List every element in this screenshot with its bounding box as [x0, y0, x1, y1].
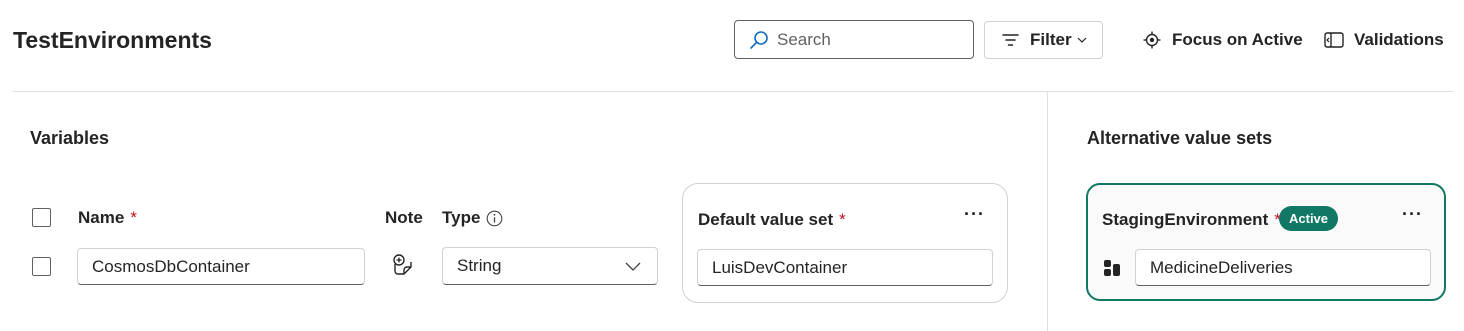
- filter-label: Filter: [1030, 30, 1072, 49]
- row-checkbox[interactable]: [32, 257, 51, 276]
- filter-button[interactable]: Filter: [984, 21, 1103, 59]
- type-dropdown[interactable]: String: [442, 247, 658, 285]
- blocks-icon: [1104, 260, 1120, 276]
- alternative-value-input[interactable]: MedicineDeliveries: [1135, 249, 1431, 286]
- target-icon: [1143, 31, 1161, 49]
- focus-on-active-button[interactable]: Focus on Active: [1143, 30, 1303, 50]
- type-column-header: Type: [442, 208, 503, 228]
- search-box[interactable]: [734, 20, 974, 59]
- more-options-button[interactable]: ···: [1402, 204, 1423, 225]
- value-set-name-label: StagingEnvironment: [1102, 210, 1269, 229]
- required-marker: *: [130, 208, 137, 227]
- default-value-input[interactable]: LuisDevContainer: [697, 249, 993, 286]
- select-all-checkbox[interactable]: [32, 208, 51, 227]
- type-dropdown-value: String: [457, 256, 502, 275]
- validations-label: Validations: [1354, 30, 1444, 49]
- note-column-header: Note: [385, 208, 423, 227]
- add-note-icon[interactable]: [392, 254, 414, 276]
- default-value-set-title: Default value set *: [698, 210, 846, 230]
- variables-title: Variables: [30, 128, 110, 148]
- panel-divider: [1047, 92, 1048, 331]
- focus-on-active-label: Focus on Active: [1172, 30, 1303, 49]
- name-column-label: Name: [78, 208, 125, 227]
- info-icon[interactable]: [486, 210, 503, 227]
- chevron-down-icon: [1077, 37, 1086, 43]
- value-set-name: StagingEnvironment *: [1102, 210, 1281, 230]
- type-column-label: Type: [442, 208, 481, 227]
- page-title: TestEnvironments: [13, 27, 212, 53]
- required-marker: *: [839, 210, 846, 229]
- default-value-set-label: Default value set: [698, 210, 834, 229]
- chevron-down-icon: [625, 262, 641, 271]
- filter-icon: [1002, 34, 1019, 46]
- more-options-button[interactable]: ···: [964, 204, 985, 225]
- validations-button[interactable]: Validations: [1324, 30, 1444, 50]
- variable-name-input[interactable]: CosmosDbContainer: [77, 248, 365, 285]
- alternative-value-sets-title: Alternative value sets: [1087, 128, 1273, 148]
- search-icon: [750, 30, 768, 49]
- name-column-header: Name *: [78, 208, 137, 228]
- panel-icon: [1324, 32, 1344, 48]
- search-input[interactable]: [777, 29, 967, 50]
- header-divider: [12, 91, 1453, 92]
- active-badge: Active: [1279, 206, 1339, 231]
